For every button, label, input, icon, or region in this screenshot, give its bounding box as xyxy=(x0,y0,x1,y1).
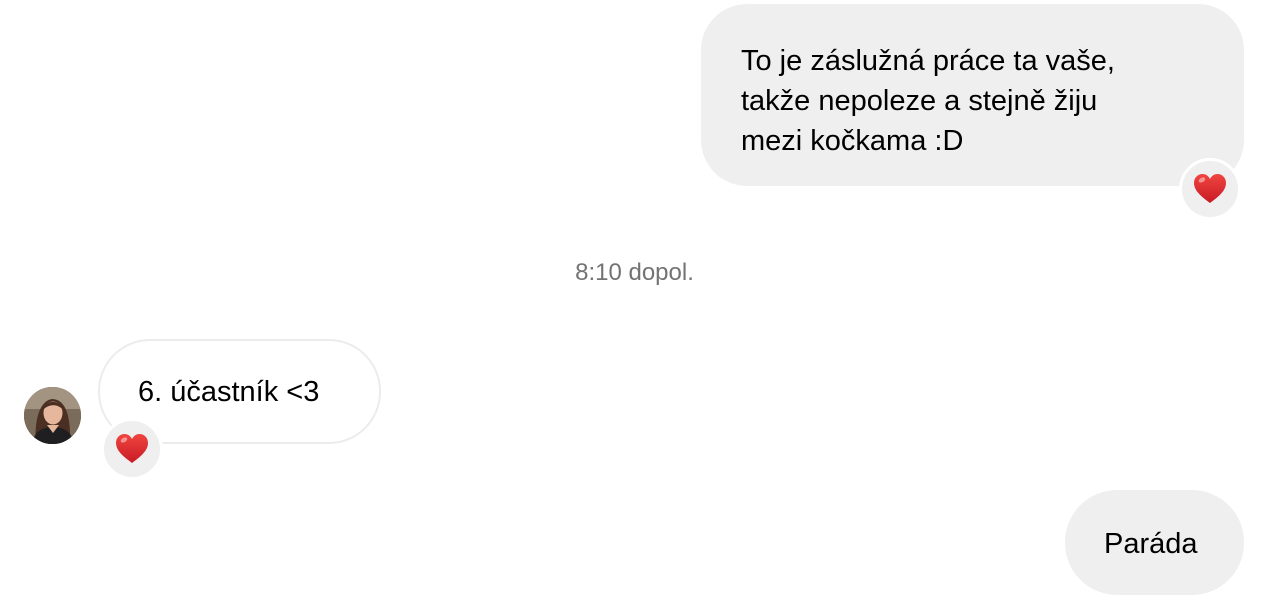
message-text: Paráda xyxy=(1104,528,1198,560)
message-reaction[interactable] xyxy=(1179,158,1241,220)
red-heart-icon xyxy=(1194,174,1226,203)
message-timestamp: 8:10 dopol. xyxy=(575,259,694,286)
user-avatar-image xyxy=(24,387,81,444)
message-reaction[interactable] xyxy=(101,418,163,480)
user-avatar[interactable] xyxy=(24,387,81,444)
message-text-line: mezi kočkama :D xyxy=(741,125,964,157)
message-text-line: takže nepoleze a stejně žiju xyxy=(741,85,1098,117)
outgoing-message-bubble[interactable]: To je záslužná práce ta vaše, takže nepo… xyxy=(701,4,1244,186)
red-heart-icon xyxy=(116,434,148,463)
message-text: 6. účastník <3 xyxy=(138,376,320,408)
outgoing-message-bubble[interactable]: Paráda xyxy=(1065,490,1244,595)
message-text-line: To je záslužná práce ta vaše, xyxy=(741,45,1115,77)
